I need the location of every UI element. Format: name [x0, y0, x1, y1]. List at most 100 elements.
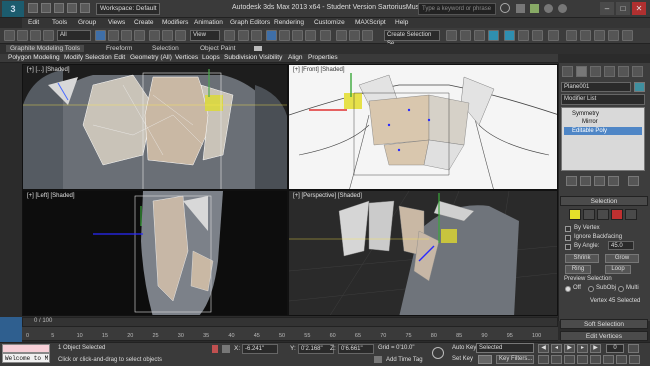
ribbon-subdivision[interactable]: Subdivision: [224, 54, 257, 61]
motion-tab-icon[interactable]: [604, 66, 615, 77]
spinner-snap-icon[interactable]: [305, 30, 316, 41]
menu-modifiers[interactable]: Modifiers: [162, 19, 188, 26]
toolbar-extra-icon-1[interactable]: [566, 30, 577, 41]
viewport-left-label[interactable]: [+] [Left] [Shaded]: [27, 193, 75, 199]
play-icon[interactable]: ▶: [564, 344, 575, 353]
mini-listener-toggle[interactable]: [0, 317, 22, 342]
stack-item-mirror[interactable]: Mirror: [582, 118, 598, 126]
render-setup-icon[interactable]: [504, 30, 515, 41]
unlink-icon[interactable]: [43, 30, 54, 41]
viewport-top[interactable]: [+] [...] [Shaded]: [22, 64, 288, 190]
open-file-icon[interactable]: [41, 3, 51, 13]
menu-maxscript[interactable]: MAXScript: [355, 19, 386, 26]
undo-icon[interactable]: [4, 30, 15, 41]
edit-vertices-rollout-header[interactable]: Edit Vertices: [560, 331, 648, 341]
pivot-center-icon[interactable]: [224, 30, 235, 41]
selection-filter-dropdown[interactable]: All: [57, 30, 91, 41]
configure-sets-icon[interactable]: [628, 176, 639, 186]
toolbar-extra-icon-3[interactable]: [594, 30, 605, 41]
time-configuration-icon[interactable]: [628, 344, 639, 353]
ribbon-visibility[interactable]: Visibility: [259, 54, 282, 61]
orbit-icon[interactable]: [616, 355, 627, 364]
border-mode-icon[interactable]: [597, 209, 609, 220]
menu-graph-editors[interactable]: Graph Editors: [230, 19, 270, 26]
close-button[interactable]: ✕: [632, 2, 646, 15]
menu-edit[interactable]: Edit: [28, 19, 39, 26]
menu-animation[interactable]: Animation: [194, 19, 223, 26]
maximize-viewport-icon[interactable]: [629, 355, 640, 364]
object-name-field[interactable]: Plane001: [561, 82, 631, 92]
schematic-view-icon[interactable]: [474, 30, 485, 41]
toolbar-extra-icon-4[interactable]: [608, 30, 619, 41]
new-file-icon[interactable]: [28, 3, 38, 13]
ribbon-vertices[interactable]: Vertices: [175, 54, 198, 61]
ribbon-polygon-modeling[interactable]: Polygon Modeling: [8, 54, 60, 61]
menu-group[interactable]: Group: [78, 19, 96, 26]
key-filters-button[interactable]: Key Filters...: [496, 355, 534, 364]
menu-tools[interactable]: Tools: [52, 19, 67, 26]
maxscript-listener-output[interactable]: Welcome to M: [2, 353, 50, 363]
keyboard-shortcut-icon[interactable]: [251, 30, 262, 41]
time-tag-icon[interactable]: [374, 356, 382, 363]
search-input[interactable]: Type a keyword or phrase: [418, 3, 496, 15]
element-mode-icon[interactable]: [625, 209, 637, 220]
communication-center-icon[interactable]: [530, 4, 539, 13]
rectangular-selection-icon[interactable]: [121, 30, 132, 41]
zoom-extents-icon[interactable]: [564, 355, 575, 364]
display-tab-icon[interactable]: [618, 66, 629, 77]
workspace-dropdown[interactable]: Workspace: Default: [96, 3, 160, 15]
add-time-tag-button[interactable]: Add Time Tag: [386, 357, 423, 363]
reference-coordinate-dropdown[interactable]: View: [190, 30, 220, 41]
field-of-view-icon[interactable]: [590, 355, 601, 364]
viewport-perspective[interactable]: [+] [Perspective] [Shaded]: [288, 190, 558, 316]
preview-multi-radio[interactable]: [618, 286, 624, 292]
redo-icon[interactable]: [17, 30, 28, 41]
edge-mode-icon[interactable]: [583, 209, 595, 220]
z-coordinate-field[interactable]: 0'6.661": [338, 344, 374, 354]
align-icon[interactable]: [349, 30, 360, 41]
select-scale-icon[interactable]: [175, 30, 186, 41]
ribbon-loops[interactable]: Loops: [202, 54, 220, 61]
auto-key-button[interactable]: Auto Key: [452, 345, 476, 351]
absolute-mode-icon[interactable]: [222, 345, 230, 353]
utilities-tab-icon[interactable]: [632, 66, 643, 77]
minimize-button[interactable]: –: [600, 2, 614, 15]
tab-graphite-modeling-tools[interactable]: Graphite Modeling Tools: [6, 45, 84, 52]
ribbon-geometry-all[interactable]: Geometry (All): [130, 54, 172, 61]
maximize-button[interactable]: □: [616, 2, 630, 15]
teapot-render-icon[interactable]: [548, 30, 559, 41]
ring-button[interactable]: Ring: [565, 265, 591, 274]
go-to-start-icon[interactable]: ◀: [538, 344, 549, 353]
viewport-left[interactable]: [+] [Left] [Shaded]: [22, 190, 288, 316]
select-move-icon[interactable]: [149, 30, 160, 41]
polygon-mode-icon[interactable]: [611, 209, 623, 220]
rendered-frame-window-icon[interactable]: [518, 30, 529, 41]
set-keys-icon[interactable]: [478, 355, 492, 364]
render-production-icon[interactable]: [532, 30, 543, 41]
graphite-toggle-icon[interactable]: [446, 30, 457, 41]
selection-rollout-header[interactable]: Selection: [560, 196, 648, 206]
remove-modifier-icon[interactable]: [608, 176, 619, 186]
zoom-icon[interactable]: [538, 355, 549, 364]
percent-snap-icon[interactable]: [292, 30, 303, 41]
edit-named-selection-icon[interactable]: [320, 30, 331, 41]
undo-icon[interactable]: [67, 3, 77, 13]
lock-selection-icon[interactable]: [212, 345, 218, 353]
key-set-dropdown[interactable]: Selected: [476, 343, 534, 353]
zoom-extents-all-icon[interactable]: [577, 355, 588, 364]
search-icon[interactable]: [500, 3, 510, 13]
curve-editor-icon[interactable]: [460, 30, 471, 41]
favorites-icon[interactable]: [544, 4, 553, 13]
link-icon[interactable]: [30, 30, 41, 41]
viewport-front-label[interactable]: [+] [Front] [Shaded]: [293, 67, 345, 73]
stack-item-editable-poly[interactable]: Editable Poly: [564, 127, 642, 135]
time-slider[interactable]: [22, 317, 558, 327]
viewport-top-label[interactable]: [+] [...] [Shaded]: [27, 67, 70, 73]
menu-customize[interactable]: Customize: [314, 19, 345, 26]
select-manipulate-icon[interactable]: [238, 30, 249, 41]
modifier-stack[interactable]: Symmetry Mirror Editable Poly: [561, 107, 645, 171]
ignore-backfacing-checkbox[interactable]: [565, 235, 571, 241]
toolbar-extra-icon-5[interactable]: [622, 30, 633, 41]
make-unique-icon[interactable]: [594, 176, 605, 186]
vertex-mode-icon[interactable]: [569, 209, 581, 220]
